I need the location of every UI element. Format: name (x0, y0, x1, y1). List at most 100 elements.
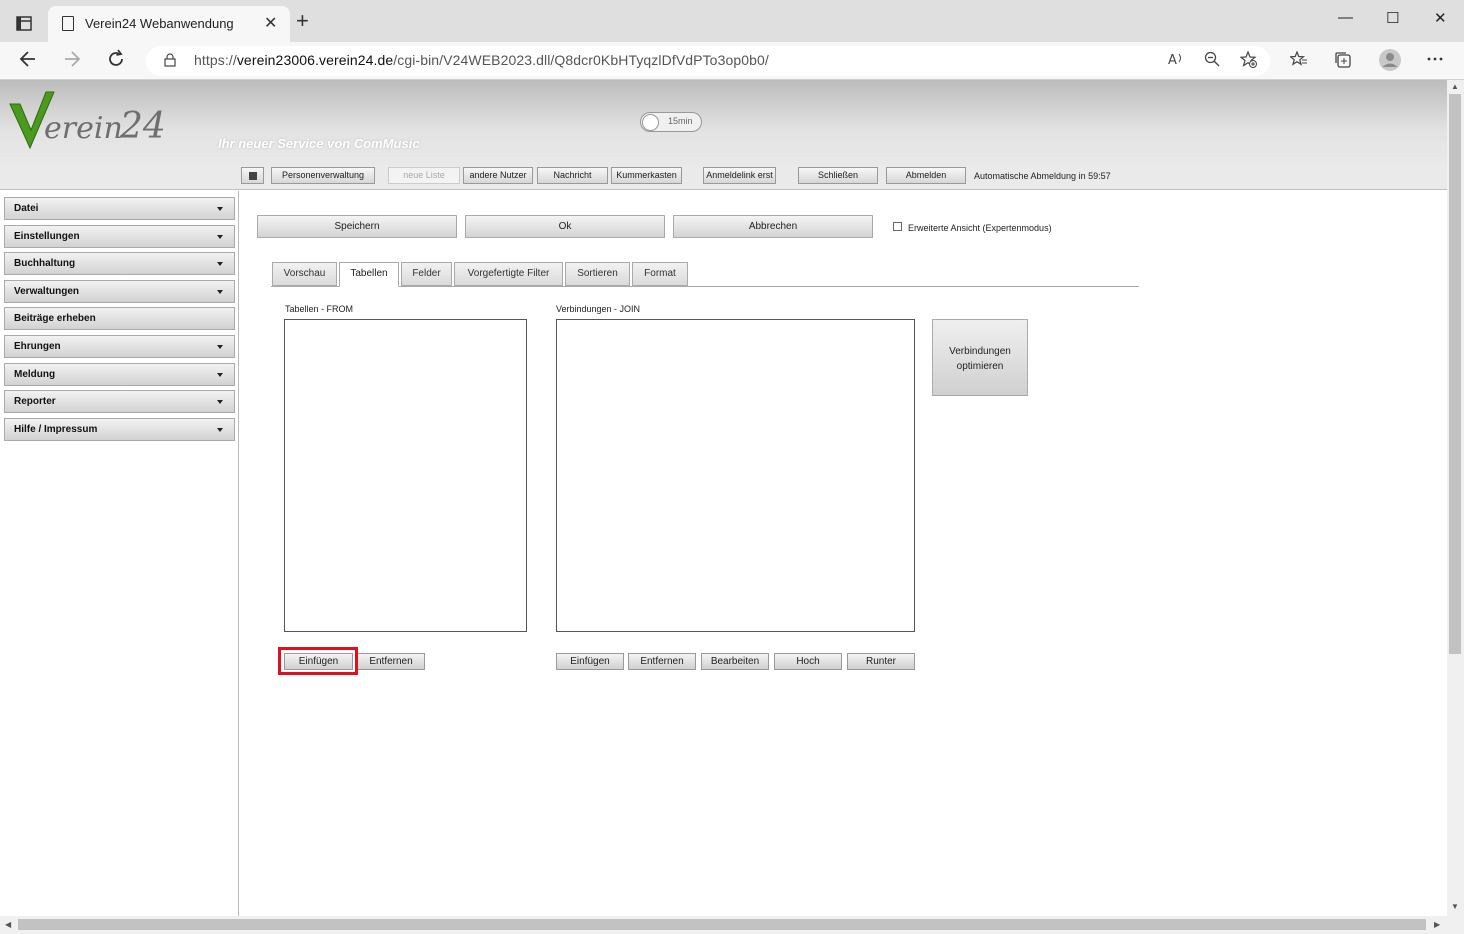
sidebar-toggle-button[interactable] (241, 167, 264, 184)
sidebar-item-label: Einstellungen (14, 231, 80, 242)
scrollbar-corner (1447, 916, 1464, 934)
new-list-button[interactable]: neue Liste (388, 167, 460, 184)
chevron-down-icon (217, 345, 223, 349)
sidebar-item-buchhaltung[interactable]: Buchhaltung (4, 252, 235, 275)
maximize-icon[interactable]: ☐ (1386, 9, 1399, 27)
browser-tab[interactable]: Verein24 Webanwendung ✕ (48, 6, 290, 42)
horizontal-scrollbar[interactable]: ◀ ▶ (0, 916, 1447, 934)
highlight-box (278, 647, 358, 675)
add-favorite-icon[interactable] (1239, 50, 1258, 73)
chevron-down-icon (217, 373, 223, 377)
save-button[interactable]: Speichern (257, 215, 457, 238)
sidebar-item-reporter[interactable]: Reporter (4, 390, 235, 413)
browser-tab-bar: Verein24 Webanwendung ✕ + — ☐ ✕ (0, 0, 1464, 42)
sidebar: Datei Einstellungen Buchhaltung Verwaltu… (0, 191, 239, 916)
joins-label: Verbindungen - JOIN (556, 304, 641, 314)
optimize-joins-label-1: Verbindungen (949, 346, 1011, 357)
expert-mode-label: Erweiterte Ansicht (Expertenmodus) (908, 223, 1052, 233)
address-bar: https://verein23006.verein24.de/cgi-bin/… (0, 42, 1464, 80)
move-up-button[interactable]: Hoch (774, 653, 842, 670)
chevron-down-icon (217, 235, 223, 239)
collections-icon[interactable] (1334, 51, 1352, 73)
app-header: erein 24 Ihr neuer Service von ComMusic … (0, 80, 1447, 166)
new-tab-icon[interactable]: + (296, 10, 309, 32)
tab-title: Verein24 Webanwendung (85, 16, 234, 31)
ok-button[interactable]: Ok (465, 215, 665, 238)
optimize-joins-button[interactable]: Verbindungen optimieren (932, 319, 1028, 396)
page-icon (62, 16, 74, 31)
kummerkasten-button[interactable]: Kummerkasten (611, 167, 682, 184)
vertical-scroll-thumb[interactable] (1449, 94, 1461, 654)
remove-join-button[interactable]: Entfernen (628, 653, 696, 670)
sidebar-item-label: Ehrungen (14, 341, 61, 352)
edit-join-button[interactable]: Bearbeiten (701, 653, 769, 670)
sidebar-item-datei[interactable]: Datei (4, 197, 235, 220)
url-field[interactable]: https://verein23006.verein24.de/cgi-bin/… (146, 46, 1270, 76)
tab-felder[interactable]: Felder (401, 262, 452, 286)
minimize-icon[interactable]: — (1338, 9, 1353, 26)
sidebar-item-beitraege-erheben[interactable]: Beiträge erheben (4, 307, 235, 330)
scroll-down-icon[interactable]: ▼ (1451, 902, 1459, 911)
svg-text:24: 24 (119, 106, 166, 147)
insert-join-button[interactable]: Einfügen (556, 653, 624, 670)
sidebar-item-einstellungen[interactable]: Einstellungen (4, 225, 235, 248)
forward-icon[interactable] (62, 49, 82, 75)
sidebar-item-meldung[interactable]: Meldung (4, 363, 235, 386)
sidebar-item-ehrungen[interactable]: Ehrungen (4, 335, 235, 358)
tagline: Ihr neuer Service von ComMusic (218, 136, 420, 151)
profile-icon[interactable] (1378, 48, 1402, 76)
lock-icon[interactable] (164, 53, 176, 67)
remove-table-button[interactable]: Entfernen (357, 653, 425, 670)
chevron-down-icon (217, 290, 223, 294)
sidebar-item-verwaltungen[interactable]: Verwaltungen (4, 280, 235, 303)
tab-format[interactable]: Format (632, 262, 688, 286)
read-aloud-icon[interactable]: A (1168, 51, 1186, 71)
close-button[interactable]: Schließen (798, 167, 878, 184)
toggle-knob (642, 114, 659, 131)
session-toggle-label: 15min (668, 116, 693, 126)
close-tab-icon[interactable]: ✕ (264, 13, 277, 33)
chevron-down-icon (217, 207, 223, 211)
tabs-baseline (271, 286, 1139, 287)
joins-listbox[interactable] (556, 319, 915, 632)
optimize-joins-label-2: optimieren (956, 361, 1004, 372)
back-icon[interactable] (18, 49, 38, 75)
zoom-icon[interactable] (1204, 51, 1220, 71)
sidebar-item-label: Hilfe / Impressum (14, 424, 98, 435)
tab-sortieren[interactable]: Sortieren (565, 262, 630, 286)
horizontal-scroll-thumb[interactable] (18, 919, 1426, 930)
url-text: https://verein23006.verein24.de/cgi-bin/… (194, 52, 769, 68)
login-link-button[interactable]: Anmeldelink erst (703, 167, 776, 184)
tables-listbox[interactable] (284, 319, 527, 632)
close-window-icon[interactable]: ✕ (1434, 9, 1447, 27)
sidebar-item-label: Buchhaltung (14, 258, 76, 269)
tab-actions-icon[interactable] (10, 12, 38, 36)
sidebar-item-label: Beiträge erheben (14, 313, 96, 324)
move-down-button[interactable]: Runter (847, 653, 915, 670)
tab-vorschau[interactable]: Vorschau (272, 262, 337, 286)
sidebar-item-label: Verwaltungen (14, 286, 80, 297)
menu-icon[interactable] (1427, 51, 1443, 71)
chevron-down-icon (217, 400, 223, 404)
tab-tabellen[interactable]: Tabellen (339, 262, 399, 287)
scroll-left-icon[interactable]: ◀ (5, 920, 11, 929)
svg-text:A: A (1168, 53, 1177, 67)
scroll-right-icon[interactable]: ▶ (1434, 920, 1440, 929)
favorites-icon[interactable] (1288, 50, 1308, 71)
expert-mode-checkbox[interactable] (893, 222, 902, 231)
other-users-button[interactable]: andere Nutzer (463, 167, 533, 184)
logout-button[interactable]: Abmelden (886, 167, 966, 184)
cancel-button[interactable]: Abbrechen (673, 215, 873, 238)
verein24-logo: erein 24 (8, 86, 188, 156)
auto-logout-timer: Automatische Abmeldung in 59:57 (974, 171, 1111, 181)
message-button[interactable]: Nachricht (537, 167, 608, 184)
refresh-icon[interactable] (106, 49, 126, 75)
app-toolbar: Personenverwaltung neue Liste andere Nut… (0, 166, 1447, 190)
scroll-up-icon[interactable]: ▲ (1451, 82, 1459, 91)
vertical-scrollbar[interactable]: ▲ ▼ (1447, 80, 1464, 916)
personenverwaltung-button[interactable]: Personenverwaltung (271, 167, 375, 184)
svg-text:erein: erein (44, 111, 123, 146)
tab-vorgefertigte-filter[interactable]: Vorgefertigte Filter (454, 262, 563, 286)
session-toggle[interactable]: 15min (640, 112, 702, 132)
sidebar-item-hilfe-impressum[interactable]: Hilfe / Impressum (4, 418, 235, 441)
